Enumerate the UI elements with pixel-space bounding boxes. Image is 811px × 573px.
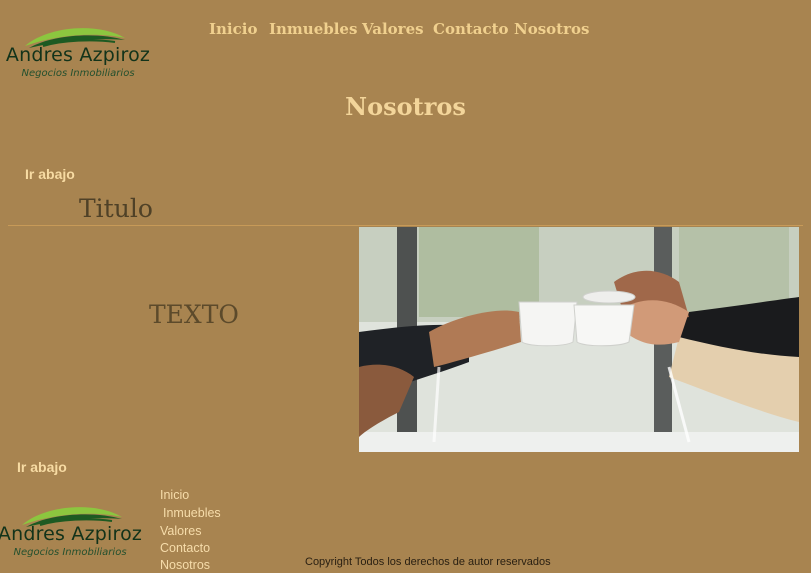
jump-down-link[interactable]: Ir abajo: [25, 166, 75, 182]
body-text: TEXTO: [149, 300, 239, 329]
footer-nav-inicio[interactable]: Inicio: [160, 488, 189, 502]
nav-nosotros[interactable]: Nosotros: [514, 20, 589, 38]
footer-brand-tagline: Negocios Inmobiliarios: [13, 547, 127, 558]
brand-name: Andres Azpiroz: [5, 44, 151, 66]
page-title: Nosotros: [345, 92, 466, 121]
brand-tagline: Negocios Inmobiliarios: [21, 68, 135, 79]
brand-logo[interactable]: Andres Azpiroz Negocios Inmobiliarios: [3, 24, 153, 84]
nav-contacto[interactable]: Contacto: [433, 20, 509, 38]
section-title: Titulo: [79, 194, 153, 223]
copyright-text: Copyright Todos los derechos de autor re…: [305, 556, 551, 568]
footer-nav-inmuebles[interactable]: Inmuebles: [163, 506, 221, 520]
nav-inicio[interactable]: Inicio: [209, 20, 257, 38]
footer-brand-name: Andres Azpiroz: [0, 523, 143, 545]
coffee-toast-photo: [359, 227, 799, 452]
footer-nav-nosotros[interactable]: Nosotros: [160, 558, 210, 572]
footer-brand-logo[interactable]: Andres Azpiroz Negocios Inmobiliarios: [0, 503, 150, 563]
footer-nav-contacto[interactable]: Contacto: [160, 541, 210, 555]
nav-valores[interactable]: Valores: [362, 20, 424, 38]
jump-down-link-bottom[interactable]: Ir abajo: [17, 459, 67, 475]
nav-inmuebles[interactable]: Inmuebles: [269, 20, 357, 38]
section-divider: [8, 225, 803, 226]
footer-nav-valores[interactable]: Valores: [160, 524, 201, 538]
